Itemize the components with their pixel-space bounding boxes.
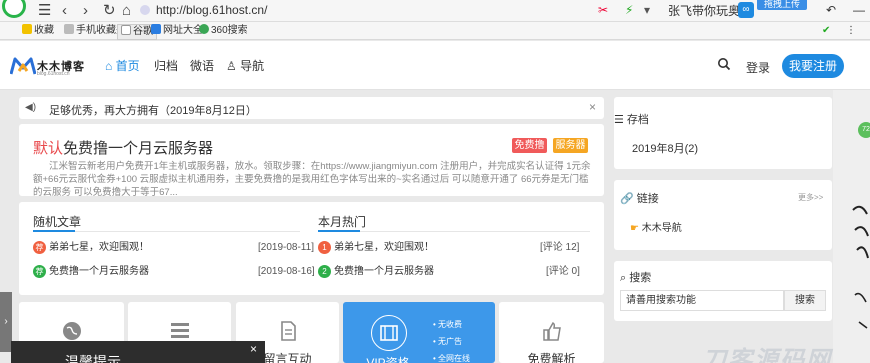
forward-icon[interactable]: › bbox=[83, 2, 88, 20]
featured-description: 江米智云新老用户免费开1年主机或服务器，放水。领取步骤：在https://www… bbox=[33, 161, 591, 198]
links-widget: 🔗 链接 更多>> ☛ 木木导航 bbox=[614, 180, 832, 250]
search-360-icon bbox=[199, 24, 209, 34]
folder-icon bbox=[64, 24, 74, 34]
post-date: [2019-08-16] bbox=[258, 266, 315, 277]
nav-home[interactable]: ⌂ 首页 bbox=[105, 59, 140, 73]
archive-item[interactable]: 2019年8月(2) bbox=[632, 140, 698, 156]
nav-archive[interactable]: 归档 bbox=[154, 59, 178, 73]
link-icon: 🔗 bbox=[620, 193, 637, 205]
address-bar[interactable]: http://blog.61host.cn/ bbox=[140, 1, 570, 19]
undo-icon[interactable]: ↶ bbox=[826, 2, 836, 18]
upload-button[interactable]: 拖拽上传 bbox=[757, 0, 807, 10]
grid-icon[interactable]: ⋮ bbox=[846, 24, 856, 38]
globe-icon bbox=[62, 322, 81, 340]
site-header: 木木博客 blog.61host.cn ⌂ 首页 归档 微语 ♙ 导航 登录 我… bbox=[0, 41, 870, 90]
search-icon[interactable] bbox=[717, 57, 731, 71]
tile-parse[interactable]: 免费解析 bbox=[499, 302, 604, 363]
dropdown-icon[interactable]: ▾ bbox=[644, 2, 650, 18]
browser-logo-icon[interactable] bbox=[2, 0, 26, 18]
vip-point: • 全网在线 bbox=[433, 354, 471, 363]
document-icon bbox=[280, 321, 296, 341]
logo-m-icon[interactable] bbox=[10, 57, 36, 75]
hand-icon: ☛ bbox=[630, 223, 642, 234]
logo-subtitle: blog.61host.cn bbox=[37, 71, 70, 77]
page-icon bbox=[121, 25, 131, 35]
popup-title: 温馨提示 bbox=[65, 354, 121, 363]
shield-icon[interactable]: ✔ bbox=[822, 24, 830, 38]
tag-server[interactable]: 服务器 bbox=[553, 138, 588, 153]
list-item[interactable]: 荐免费撸一个月云服务器 bbox=[33, 265, 149, 279]
rank-badge: 1 bbox=[318, 241, 331, 254]
random-posts-title: 随机文章 bbox=[33, 215, 82, 229]
vip-point: • 无广告 bbox=[433, 337, 463, 346]
nav-guide[interactable]: ♙ 导航 bbox=[226, 59, 264, 73]
list-item[interactable]: 荐弟弟七星，欢迎围观！ bbox=[33, 241, 149, 255]
scissors-icon[interactable]: ✂ bbox=[598, 2, 608, 18]
bookmark-360search[interactable]: 360搜索 bbox=[199, 24, 248, 38]
links-title: 🔗 链接 bbox=[620, 193, 659, 205]
links-more[interactable]: 更多>> bbox=[798, 192, 823, 203]
recommend-badge: 荐 bbox=[33, 241, 46, 254]
tile-vip[interactable]: • 无收费 • 无广告 • 全网在线 VIP资格 bbox=[343, 302, 495, 363]
cloud-icon[interactable]: ∞ bbox=[738, 2, 754, 18]
refresh-icon[interactable]: ↻ bbox=[103, 2, 116, 20]
post-date: [2019-08-11] bbox=[258, 242, 314, 253]
minimize-icon[interactable]: — bbox=[853, 2, 865, 18]
archive-widget: ☰ 存档 2019年8月(2) bbox=[614, 97, 832, 169]
rank-badge: 2 bbox=[318, 265, 331, 278]
notice-bar: ◀) 足够优秀，再大方拥有（2019年8月12日） × bbox=[19, 97, 604, 119]
search-button[interactable]: 搜索 bbox=[784, 290, 826, 311]
recommend-badge: 荐 bbox=[33, 265, 46, 278]
tag-free[interactable]: 免费撸 bbox=[512, 138, 547, 153]
close-icon[interactable]: × bbox=[589, 100, 596, 114]
tile-label: 免费解析 bbox=[527, 352, 576, 363]
random-divider bbox=[33, 230, 300, 232]
register-button[interactable]: 我要注册 bbox=[782, 54, 844, 78]
nav-micro[interactable]: 微语 bbox=[190, 59, 214, 73]
list-icon bbox=[170, 323, 189, 338]
search-small-icon: ⌕ bbox=[620, 272, 630, 284]
thumbs-up-icon bbox=[542, 322, 561, 341]
globe-icon bbox=[151, 24, 161, 34]
notice-text: 足够优秀，再大方拥有（2019年8月12日） bbox=[49, 105, 257, 117]
link-item[interactable]: ☛ 木木导航 bbox=[630, 219, 682, 234]
search-input[interactable]: 请善用搜索功能 bbox=[620, 290, 784, 311]
watermark: 刀客源码网 bbox=[702, 347, 832, 363]
archive-title: ☰ 存档 bbox=[614, 114, 649, 126]
speaker-icon: ◀) bbox=[25, 102, 37, 113]
film-icon bbox=[371, 315, 407, 351]
search-title: ⌕ 搜索 bbox=[620, 272, 652, 284]
hot-posts-title: 本月热门 bbox=[318, 215, 367, 229]
star-icon bbox=[22, 24, 32, 34]
home-nav-icon: ⌂ bbox=[105, 59, 116, 73]
vip-point: • 无收费 bbox=[433, 320, 463, 329]
bookmark-sites[interactable]: 网址大全 bbox=[151, 24, 203, 38]
tip-popup: 温馨提示 × bbox=[11, 341, 265, 363]
list-icon: ☰ bbox=[614, 114, 627, 126]
float-counter-badge[interactable]: 72 bbox=[858, 122, 870, 138]
hot-divider bbox=[318, 230, 590, 232]
comment-count: [评论 12] bbox=[540, 242, 580, 253]
login-link[interactable]: 登录 bbox=[746, 59, 770, 76]
comment-count: [评论 0] bbox=[546, 266, 580, 277]
browser-toolbar: ☰ ‹ › ↻ ⌂ http://blog.61host.cn/ ✂ ⚡ ▾ 张… bbox=[0, 0, 870, 22]
person-icon: ♙ bbox=[226, 59, 241, 73]
close-icon[interactable]: × bbox=[250, 342, 257, 356]
featured-title[interactable]: 默认免费撸一个月云服务器 bbox=[33, 137, 213, 158]
list-item[interactable]: 1 弟弟七星，欢迎围观！ bbox=[318, 241, 434, 255]
list-item[interactable]: 2 免费撸一个月云服务器 bbox=[318, 265, 434, 279]
tile-label: VIP资格 bbox=[366, 356, 410, 363]
lightning-icon[interactable]: ⚡ bbox=[625, 2, 633, 18]
post-lists: 随机文章 荐弟弟七星，欢迎围观！ [2019-08-11] 荐免费撸一个月云服务… bbox=[19, 202, 604, 295]
bookmarks-bar: 收藏 手机收藏夹 谷歌 网址大全 360搜索 ✔ ⋮ bbox=[0, 22, 870, 40]
back-icon[interactable]: ‹ bbox=[62, 2, 67, 20]
site-info-icon[interactable] bbox=[140, 5, 150, 15]
home-icon[interactable]: ⌂ bbox=[122, 2, 131, 20]
menu-icon[interactable]: ☰ bbox=[38, 2, 51, 20]
featured-post: 默认免费撸一个月云服务器 免费撸 服务器 江米智云新老用户免费开1年主机或服务器… bbox=[19, 124, 604, 198]
bookmark-favorites[interactable]: 收藏 bbox=[22, 24, 54, 38]
